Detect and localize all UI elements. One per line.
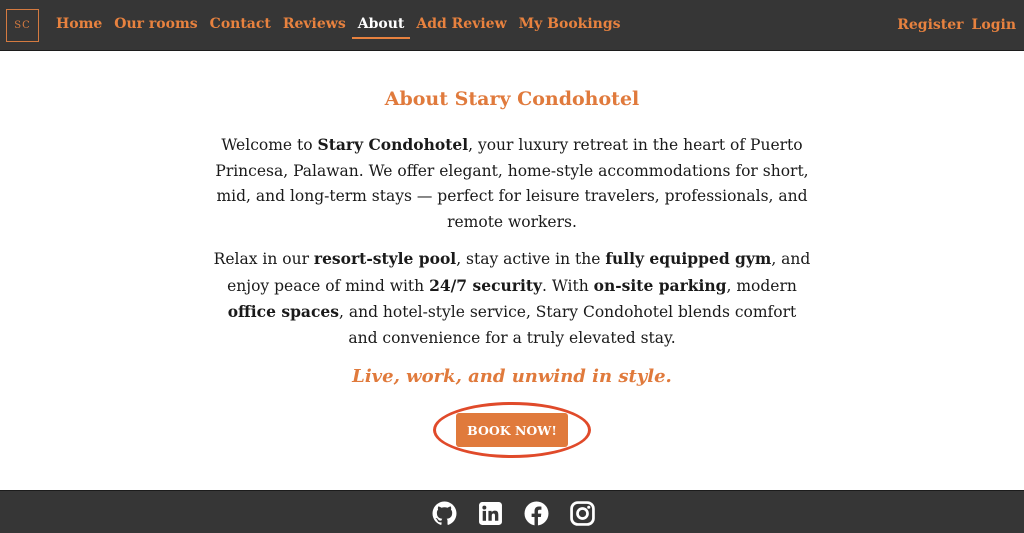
logo[interactable]: SC	[6, 9, 39, 42]
nav-home[interactable]: Home	[50, 16, 108, 39]
about-section: About Stary Condohotel Welcome to Stary …	[0, 52, 1024, 490]
github-icon[interactable]	[432, 501, 457, 526]
amenities-paragraph: Relax in our resort-style pool, stay act…	[213, 249, 811, 347]
nav-auth-links: Register Login	[893, 0, 1020, 33]
nav-register[interactable]: Register	[893, 17, 967, 33]
footer	[0, 490, 1024, 533]
tagline: Live, work, and unwind in style.	[352, 366, 672, 387]
nav-add-review[interactable]: Add Review	[410, 16, 512, 39]
intro-paragraph: Welcome to Stary Condohotel, your luxury…	[215, 135, 809, 231]
nav-about[interactable]: About	[351, 16, 411, 39]
nav-links: Home Our rooms Contact Reviews About Add…	[50, 0, 627, 51]
book-now-button[interactable]: BOOK NOW!	[456, 413, 568, 447]
top-navbar: SC Home Our rooms Contact Reviews About …	[0, 0, 1024, 51]
linkedin-icon[interactable]	[478, 501, 503, 526]
nav-contact[interactable]: Contact	[204, 16, 277, 39]
nav-login[interactable]: Login	[968, 17, 1020, 33]
social-links	[432, 501, 595, 526]
nav-my-bookings[interactable]: My Bookings	[513, 16, 627, 39]
nav-reviews[interactable]: Reviews	[277, 16, 352, 39]
facebook-icon[interactable]	[524, 501, 549, 526]
instagram-icon[interactable]	[570, 501, 595, 526]
nav-our-rooms[interactable]: Our rooms	[108, 16, 203, 39]
page-title: About Stary Condohotel	[384, 88, 640, 110]
